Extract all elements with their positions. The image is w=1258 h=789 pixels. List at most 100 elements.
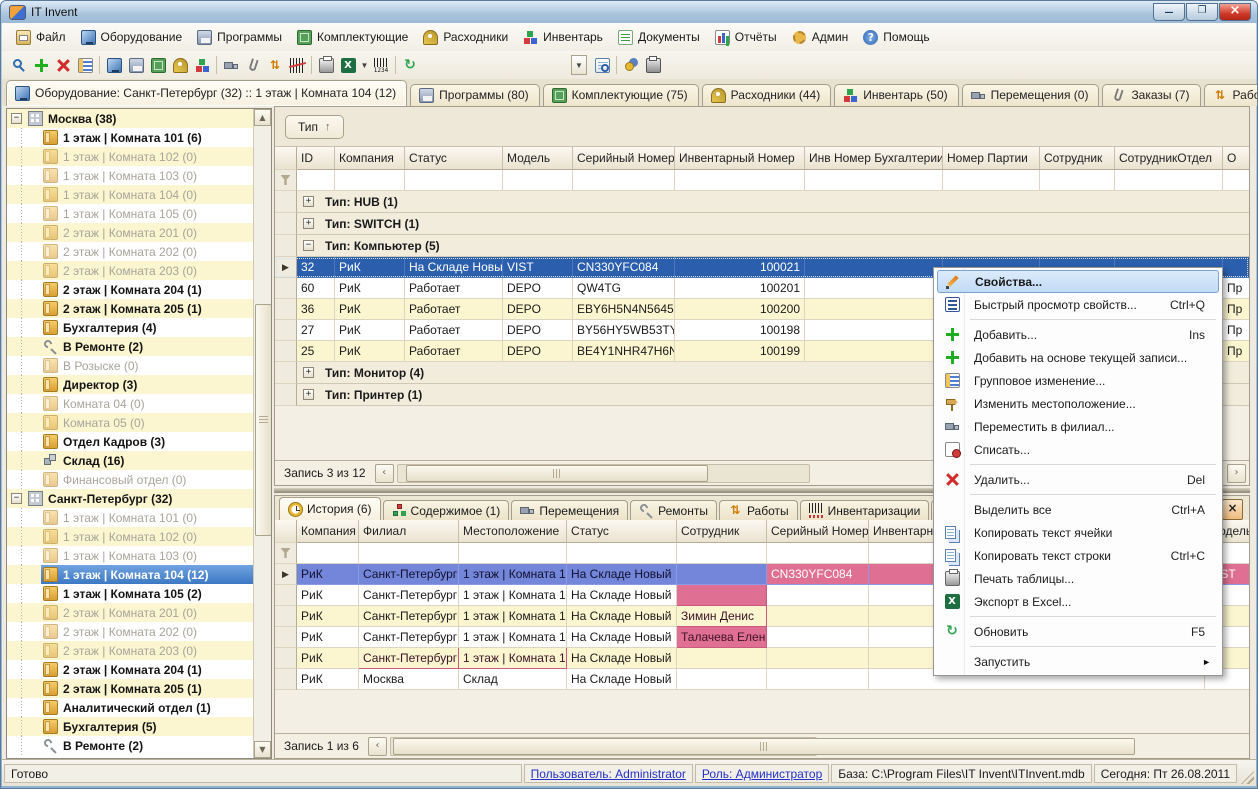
detail-filter-cell[interactable] xyxy=(359,543,459,564)
tab-components[interactable]: Комплектующие (75) xyxy=(543,84,699,106)
main-cell[interactable]: 60 xyxy=(297,278,335,299)
tree-item[interactable]: 1 этаж | Комната 102 (0) xyxy=(7,527,254,546)
main-cell[interactable] xyxy=(1223,257,1249,278)
toolbar-barcode-1234-button[interactable] xyxy=(370,54,392,76)
detail-close-icon[interactable]: × xyxy=(1222,499,1243,520)
context-menu-item[interactable]: Удалить...Del xyxy=(937,468,1219,491)
main-cell[interactable]: РиК xyxy=(335,278,405,299)
detail-cell[interactable]: Москва xyxy=(359,669,459,690)
detail-cell[interactable]: Санкт-Петербург xyxy=(359,648,459,669)
tree-item[interactable]: 1 этаж | Комната 101 (0) xyxy=(7,508,254,527)
main-cell[interactable]: Пр xyxy=(1223,299,1249,320)
menu-equipment[interactable]: Оборудование xyxy=(75,27,192,48)
context-menu-item[interactable]: Копировать текст строкиCtrl+C xyxy=(937,544,1219,567)
scrollbar-thumb[interactable] xyxy=(406,465,708,482)
main-cell[interactable] xyxy=(805,257,943,278)
tree-item[interactable]: 2 этаж | Комната 202 (0) xyxy=(7,622,254,641)
detail-cell[interactable]: Санкт-Петербург xyxy=(359,606,459,627)
detail-cell[interactable]: 1 этаж | Комната 104 xyxy=(459,564,567,585)
detail-column-header[interactable]: Местоположение xyxy=(459,520,567,543)
tree-item[interactable]: 2 этаж | Комната 202 (0) xyxy=(7,242,254,261)
detail-cell[interactable]: РиК xyxy=(297,606,359,627)
tree-item[interactable]: 2 этаж | Комната 205 (1) xyxy=(7,299,254,318)
main-cell[interactable]: 100198 xyxy=(675,320,805,341)
main-filter-cell[interactable] xyxy=(1040,170,1115,191)
tab-truck[interactable]: Перемещения (0) xyxy=(962,84,1100,106)
main-filter-cell[interactable] xyxy=(335,170,405,191)
tree-item[interactable]: 1 этаж | Комната 102 (0) xyxy=(7,147,254,166)
main-cell[interactable]: 36 xyxy=(297,299,335,320)
main-filter-cell[interactable] xyxy=(503,170,573,191)
toolbar-copier-button[interactable] xyxy=(642,54,664,76)
context-menu-item[interactable]: Переместить в филиал... xyxy=(937,415,1219,438)
detail-cell[interactable]: Талачева Елена xyxy=(677,627,767,648)
detail-cell[interactable] xyxy=(677,585,767,606)
main-cell[interactable]: Работает xyxy=(405,341,503,362)
main-cell[interactable]: Работает xyxy=(405,278,503,299)
context-menu-item[interactable]: Списать... xyxy=(937,438,1219,461)
detail-tab-truck[interactable]: Перемещения xyxy=(511,500,628,520)
detail-cell[interactable] xyxy=(677,669,767,690)
detail-cell[interactable] xyxy=(767,627,869,648)
detail-cell[interactable]: На Складе Новый xyxy=(567,648,677,669)
main-filter-cell[interactable] xyxy=(297,170,335,191)
tab-inventory[interactable]: Инвентарь (50) xyxy=(834,84,958,106)
tree-item[interactable]: 2 этаж | Комната 203 (0) xyxy=(7,641,254,660)
group-by-type-button[interactable]: Тип ↑ xyxy=(285,115,344,139)
context-menu-item[interactable]: ОбновитьF5 xyxy=(937,620,1219,643)
tree-item[interactable]: 2 этаж | Комната 201 (0) xyxy=(7,603,254,622)
tree-item[interactable]: −Москва (38) xyxy=(7,109,254,128)
group-expander-icon[interactable]: + xyxy=(303,196,314,207)
detail-column-header[interactable]: Серийный Номер xyxy=(767,520,869,543)
detail-tab-repairs[interactable]: Ремонты xyxy=(630,500,717,520)
detail-tab-inventories[interactable]: Инвентаризации xyxy=(800,500,930,520)
menu-admin[interactable]: Админ xyxy=(786,27,858,48)
main-cell[interactable]: Пр xyxy=(1223,278,1249,299)
tree-item[interactable]: 1 этаж | Комната 105 (2) xyxy=(7,584,254,603)
context-menu-item[interactable]: Групповое изменение... xyxy=(937,369,1219,392)
tree-item[interactable]: 2 этаж | Комната 204 (1) xyxy=(7,280,254,299)
main-cell[interactable]: DEPO xyxy=(503,278,573,299)
toolbar-truck-button[interactable] xyxy=(220,54,242,76)
main-cell[interactable]: Пр xyxy=(1223,320,1249,341)
main-cell[interactable]: РиК xyxy=(335,320,405,341)
main-cell[interactable] xyxy=(805,341,943,362)
detail-cell[interactable]: CN330YFC084 xyxy=(767,564,869,585)
tree-item[interactable]: Аналитический отдел (1) xyxy=(7,698,254,717)
detail-horizontal-scrollbar[interactable] xyxy=(390,737,818,756)
tree-item[interactable]: Отдел Кадров (3) xyxy=(7,432,254,451)
context-menu-item[interactable]: Быстрый просмотр свойств...Ctrl+Q xyxy=(937,293,1219,316)
group-row[interactable]: +Тип: HUB (1) xyxy=(275,191,1249,213)
main-cell[interactable]: 25 xyxy=(297,341,335,362)
tree-item[interactable]: 2 этаж | Комната 203 (0) xyxy=(7,261,254,280)
main-cell[interactable]: На Складе Новый xyxy=(405,257,503,278)
context-menu-item[interactable]: Выделить всеCtrl+A xyxy=(937,498,1219,521)
main-cell[interactable] xyxy=(805,320,943,341)
toolbar-equipment-button[interactable] xyxy=(103,54,125,76)
group-expander-icon[interactable]: + xyxy=(303,389,314,400)
resize-grip[interactable] xyxy=(1241,771,1254,784)
detail-cell[interactable]: РиК xyxy=(297,627,359,648)
toolbar-consumables-button[interactable] xyxy=(169,54,191,76)
menu-consumables[interactable]: Расходники xyxy=(417,27,517,48)
main-column-header[interactable]: ID xyxy=(297,147,335,170)
main-filter-cell[interactable] xyxy=(573,170,675,191)
main-column-header[interactable]: СотрудникОтдел xyxy=(1115,147,1223,170)
main-filter-cell[interactable] xyxy=(943,170,1040,191)
detail-column-header[interactable]: Сотрудник xyxy=(677,520,767,543)
tab-attach[interactable]: Заказы (7) xyxy=(1102,84,1200,106)
main-cell[interactable]: BE4Y1NHR47H6N57 xyxy=(573,341,675,362)
detail-cell[interactable]: Зимин Денис xyxy=(677,606,767,627)
context-menu-item[interactable]: Экспорт в Excel... xyxy=(937,590,1219,613)
group-row-body[interactable]: +Тип: HUB (1) xyxy=(297,191,1249,213)
main-horizontal-scrollbar[interactable] xyxy=(397,464,810,483)
close-button[interactable] xyxy=(1219,3,1251,21)
detail-tab-history[interactable]: История (6) xyxy=(279,497,381,520)
detail-column-header[interactable]: Статус xyxy=(567,520,677,543)
main-filter-cell[interactable] xyxy=(675,170,805,191)
tree-expander-icon[interactable]: − xyxy=(11,113,22,124)
main-cell[interactable] xyxy=(805,299,943,320)
main-cell[interactable]: РиК xyxy=(335,341,405,362)
detail-cell[interactable]: Санкт-Петербург xyxy=(359,564,459,585)
main-column-header[interactable]: Сотрудник xyxy=(1040,147,1115,170)
